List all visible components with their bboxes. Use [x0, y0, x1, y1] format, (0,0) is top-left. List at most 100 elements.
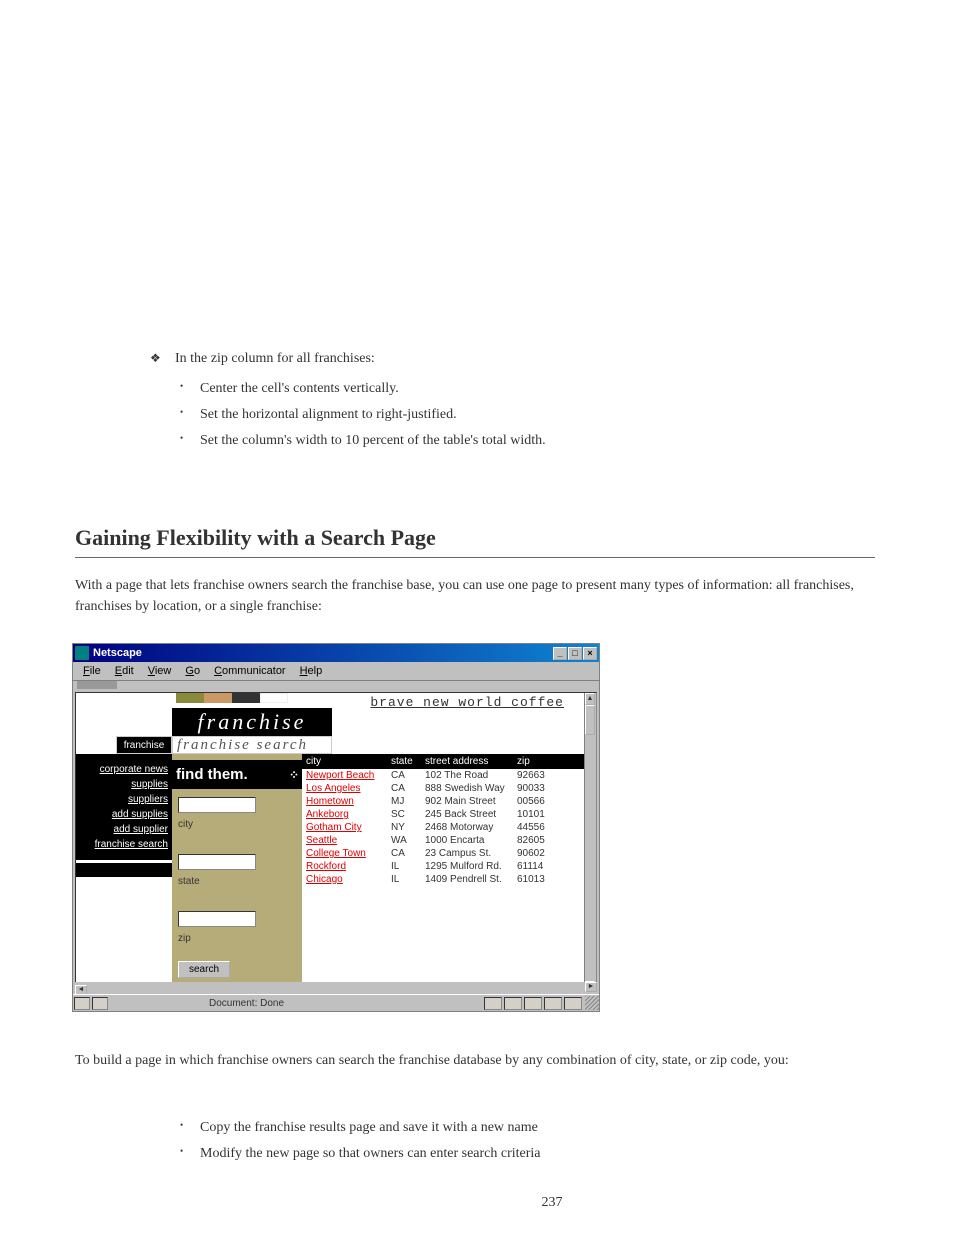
state-cell: CA — [391, 770, 425, 781]
table-row: HometownMJ902 Main Street00566 — [302, 795, 584, 808]
menu-edit[interactable]: Edit — [109, 664, 140, 678]
dot-bullet-icon: • — [180, 1120, 183, 1130]
state-cell: NY — [391, 822, 425, 833]
nav-corporate-news[interactable]: corporate news — [80, 764, 168, 775]
state-input[interactable] — [178, 854, 256, 870]
city-link[interactable]: Ankeborg — [306, 809, 349, 820]
sub-bullet-1: Center the cell's contents vertically. — [200, 381, 399, 397]
search-button[interactable]: search — [178, 961, 230, 978]
dot-bullet-icon: • — [180, 433, 183, 443]
col-city: city — [306, 756, 391, 767]
zip-input[interactable] — [178, 911, 256, 927]
results-table: city state street address zip Newport Be… — [302, 754, 584, 886]
zip-cell: 90033 — [517, 783, 567, 794]
address-cell: 1409 Pendrell St. — [425, 874, 517, 885]
menu-view[interactable]: View — [142, 664, 178, 678]
dot-bullet-icon: • — [180, 1146, 183, 1156]
nav-supplies[interactable]: supplies — [80, 779, 168, 790]
menu-file[interactable]: File — [77, 664, 107, 678]
color-swatch-row — [176, 693, 288, 703]
nav-add-supplier[interactable]: add supplier — [80, 824, 168, 835]
status-tool-icon[interactable] — [484, 997, 502, 1010]
minimize-button[interactable]: _ — [553, 647, 567, 660]
table-row: College TownCA23 Campus St.90602 — [302, 847, 584, 860]
resize-grip-icon[interactable] — [585, 996, 599, 1010]
main-bullet-text: In the zip column for all franchises: — [175, 351, 375, 367]
table-row: Newport Beach CA102 The Road92663 — [302, 769, 584, 782]
city-link[interactable]: Hometown — [306, 796, 354, 807]
zip-cell: 10101 — [517, 809, 567, 820]
search-panel: find them. ⁘ city state zip search — [172, 754, 302, 993]
black-bar — [76, 863, 172, 877]
status-icon-2[interactable] — [92, 997, 108, 1010]
city-link[interactable]: Seattle — [306, 835, 337, 846]
city-link[interactable]: Rockford — [306, 861, 346, 872]
zip-label: zip — [178, 933, 296, 944]
state-cell: IL — [391, 874, 425, 885]
dot-bullet-icon: • — [180, 381, 183, 391]
city-label: city — [178, 819, 296, 830]
col-zip: zip — [517, 756, 567, 767]
menubar: File Edit View Go Communicator Help — [73, 662, 599, 680]
city-link[interactable]: Los Angeles — [306, 783, 361, 794]
zip-cell: 82605 — [517, 835, 567, 846]
paragraph-below: To build a page in which franchise owner… — [75, 1050, 875, 1071]
table-header-row: city state street address zip — [302, 754, 584, 769]
page-number: 237 — [75, 1195, 954, 1211]
scroll-thumb[interactable] — [585, 705, 595, 735]
state-cell: WA — [391, 835, 425, 846]
sub-bullet-2: Set the horizontal alignment to right-ju… — [200, 407, 457, 423]
city-link[interactable]: Chicago — [306, 874, 343, 885]
zip-cell: 00566 — [517, 796, 567, 807]
col-address: street address — [425, 756, 517, 767]
address-cell: 102 The Road — [425, 770, 517, 781]
titlebar[interactable]: Netscape _ □ × — [73, 644, 599, 662]
state-cell: CA — [391, 783, 425, 794]
status-bar: Document: Done — [73, 994, 599, 1011]
status-tool-icon[interactable] — [524, 997, 542, 1010]
close-button[interactable]: × — [583, 647, 597, 660]
state-label: state — [178, 876, 296, 887]
dots-icon: ⁘ — [289, 768, 298, 782]
menu-help[interactable]: Help — [294, 664, 329, 678]
scroll-right-button[interactable]: ► — [585, 982, 597, 992]
address-cell: 23 Campus St. — [425, 848, 517, 859]
netscape-window: Netscape _ □ × File Edit View Go Communi… — [72, 643, 600, 1012]
city-link[interactable]: College Town — [306, 848, 366, 859]
nav-suppliers[interactable]: suppliers — [80, 794, 168, 805]
netscape-icon — [75, 646, 89, 660]
dot-bullet-icon: • — [180, 407, 183, 417]
menu-go[interactable]: Go — [179, 664, 206, 678]
city-link[interactable]: Newport Beach — [306, 770, 374, 781]
table-row: Los AngelesCA888 Swedish Way90033 — [302, 782, 584, 795]
diamond-bullet-icon: ❖ — [150, 351, 161, 366]
zip-cell: 90602 — [517, 848, 567, 859]
horizontal-scrollbar[interactable]: ◄ ► — [75, 982, 597, 994]
status-tool-icon[interactable] — [504, 997, 522, 1010]
status-tool-icon[interactable] — [564, 997, 582, 1010]
address-cell: 902 Main Street — [425, 796, 517, 807]
brand-link[interactable]: brave new world coffee — [370, 695, 564, 710]
menu-communicator[interactable]: Communicator — [208, 664, 292, 678]
address-cell: 1000 Encarta — [425, 835, 517, 846]
nav-franchise-search[interactable]: franchise search — [80, 839, 168, 850]
list2-item-2: Modify the new page so that owners can e… — [200, 1146, 541, 1162]
sub-bullet-3: Set the column's width to 10 percent of … — [200, 433, 546, 449]
vertical-scrollbar[interactable]: ▲ ▼ — [584, 693, 596, 993]
table-row: AnkeborgSC245 Back Street10101 — [302, 808, 584, 821]
address-cell: 2468 Motorway — [425, 822, 517, 833]
city-link[interactable]: Gotham City — [306, 822, 362, 833]
status-tool-icon[interactable] — [544, 997, 562, 1010]
table-row: ChicagoIL1409 Pendrell St.61013 — [302, 873, 584, 886]
list2-item-1: Copy the franchise results page and save… — [200, 1120, 538, 1136]
maximize-button[interactable]: □ — [568, 647, 582, 660]
franchise-label: franchise — [116, 736, 172, 754]
state-cell: SC — [391, 809, 425, 820]
status-icon-1[interactable] — [74, 997, 90, 1010]
scroll-up-button[interactable]: ▲ — [585, 693, 595, 705]
zip-cell: 92663 — [517, 770, 567, 781]
section-title: Gaining Flexibility with a Search Page — [75, 525, 436, 551]
nav-add-supplies[interactable]: add supplies — [80, 809, 168, 820]
city-input[interactable] — [178, 797, 256, 813]
find-them-header: find them. ⁘ — [172, 760, 302, 789]
